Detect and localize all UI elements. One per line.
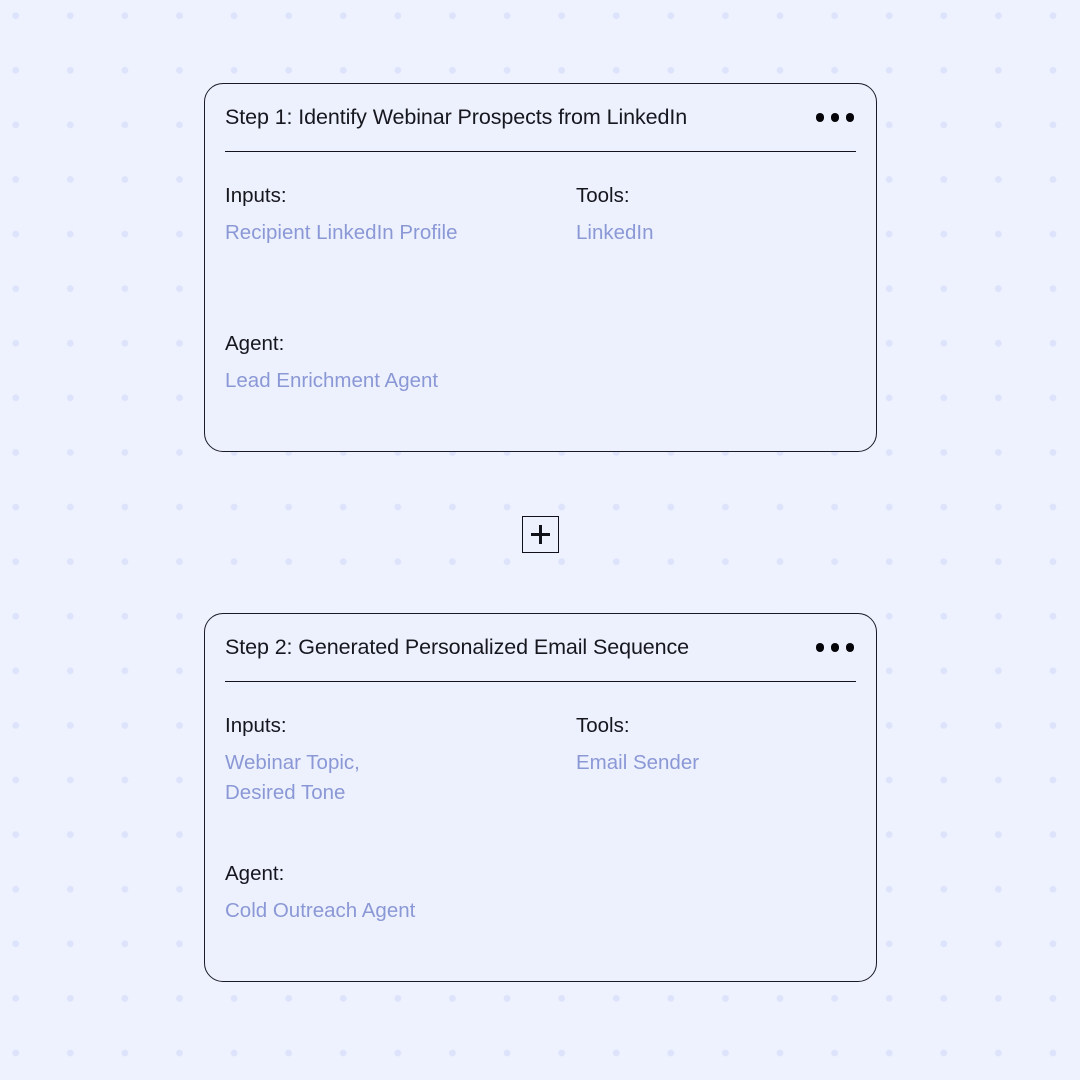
step-1-inputs-column: Inputs: Recipient LinkedIn Profile (225, 182, 576, 248)
step-2-agent-value[interactable]: Cold Outreach Agent (225, 896, 415, 926)
step-1-agent-block: Agent: Lead Enrichment Agent (225, 330, 438, 396)
step-2-inputs-tools-row: Inputs: Webinar Topic, Desired Tone Tool… (225, 712, 856, 808)
workflow-step-card-2[interactable]: Step 2: Generated Personalized Email Seq… (204, 613, 877, 982)
step-1-tools-label: Tools: (576, 184, 630, 207)
step-1-inputs-tools-row: Inputs: Recipient LinkedIn Profile Tools… (225, 182, 856, 248)
menu-dot (830, 643, 839, 652)
step-1-agent-label: Agent: (225, 332, 285, 355)
step-2-tools-value[interactable]: Email Sender (576, 748, 856, 778)
step-2-inputs-value[interactable]: Webinar Topic, Desired Tone (225, 748, 576, 808)
menu-dot (815, 113, 824, 122)
menu-dot (845, 643, 854, 652)
menu-dot (845, 113, 854, 122)
step-2-inputs-column: Inputs: Webinar Topic, Desired Tone (225, 712, 576, 808)
step-2-tools-column: Tools: Email Sender (576, 712, 856, 808)
add-step-button[interactable] (522, 516, 559, 553)
step-1-body: Inputs: Recipient LinkedIn Profile Tools… (225, 152, 856, 392)
step-1-inputs-value[interactable]: Recipient LinkedIn Profile (225, 218, 576, 248)
step-1-tools-column: Tools: LinkedIn (576, 182, 856, 248)
step-1-title: Step 1: Identify Webinar Prospects from … (225, 105, 688, 129)
step-2-title: Step 2: Generated Personalized Email Seq… (225, 635, 690, 659)
menu-dot (830, 113, 839, 122)
menu-dot (815, 643, 824, 652)
step-2-inputs-label: Inputs: (225, 714, 287, 737)
step-2-agent-label: Agent: (225, 862, 285, 885)
plus-icon-vertical (539, 525, 542, 544)
step-1-header: Step 1: Identify Webinar Prospects from … (225, 84, 856, 152)
step-2-tools-label: Tools: (576, 714, 630, 737)
workflow-canvas: Step 1: Identify Webinar Prospects from … (0, 0, 1080, 1080)
ellipsis-horizontal-icon[interactable] (806, 107, 857, 128)
step-1-tools-value[interactable]: LinkedIn (576, 218, 856, 248)
step-2-body: Inputs: Webinar Topic, Desired Tone Tool… (225, 682, 856, 922)
step-2-header: Step 2: Generated Personalized Email Seq… (225, 614, 856, 682)
step-2-agent-block: Agent: Cold Outreach Agent (225, 860, 415, 926)
step-1-agent-value[interactable]: Lead Enrichment Agent (225, 366, 438, 396)
step-1-inputs-label: Inputs: (225, 184, 287, 207)
workflow-step-card-1[interactable]: Step 1: Identify Webinar Prospects from … (204, 83, 877, 452)
ellipsis-horizontal-icon[interactable] (806, 637, 857, 658)
